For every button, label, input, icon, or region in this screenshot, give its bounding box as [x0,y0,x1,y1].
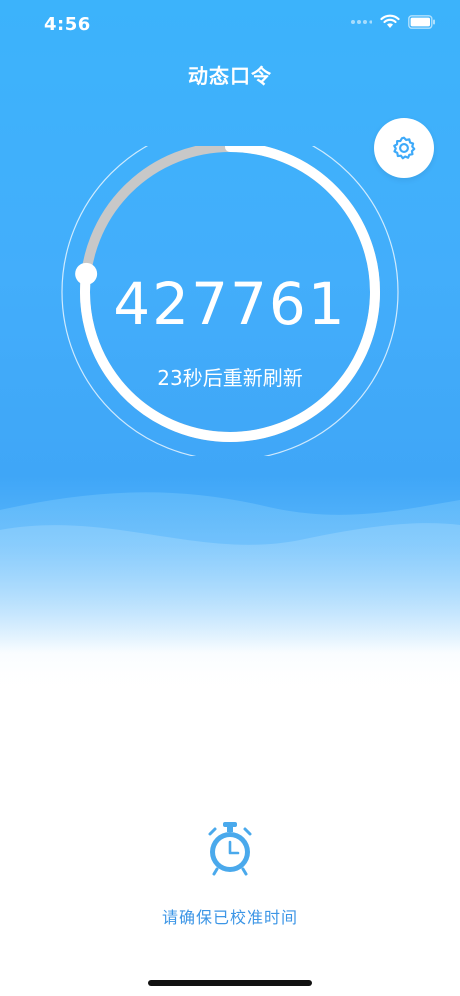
home-indicator [148,980,312,986]
wifi-icon [380,14,400,28]
countdown-text: 23秒后重新刷新 [157,366,303,390]
page-title: 动态口令 [188,64,272,88]
status-icons [350,14,436,29]
status-bar: 4:56 [0,0,460,50]
token-code: 427761 [113,270,347,338]
wave-decoration [0,492,460,690]
battery-icon [408,14,435,29]
calibrate-time-hint: 请确保已校准时间 [161,908,298,927]
signal-dots-icon [351,19,372,24]
status-time: 4:56 [44,14,91,35]
alarm-clock-icon [208,822,252,876]
